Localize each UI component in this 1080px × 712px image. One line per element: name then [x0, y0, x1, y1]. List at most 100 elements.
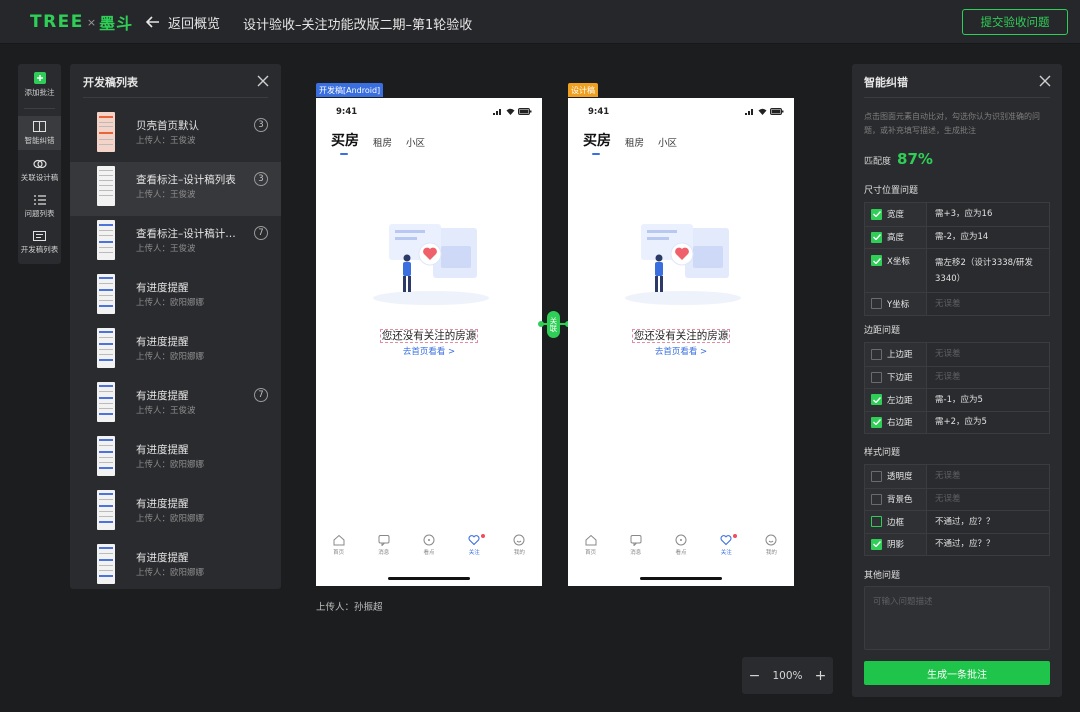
list-item-title: 查看标注–设计稿列表 — [136, 174, 236, 186]
checkbox[interactable] — [871, 255, 882, 266]
home-indicator — [388, 577, 470, 580]
thumbnail — [97, 112, 115, 152]
issue-row: 透明度 无误差 — [865, 465, 1049, 488]
issue-label: 高度 — [887, 233, 905, 244]
logo-separator: × — [86, 15, 97, 29]
tab-rent[interactable]: 租房 — [625, 135, 644, 149]
tabbar-message[interactable]: 消息 — [361, 534, 406, 564]
list-item[interactable]: 有进度提醒 上传人：欧阳娜娜 — [70, 486, 281, 540]
panel-divider — [83, 97, 268, 98]
checkbox[interactable] — [871, 416, 882, 428]
list-item-uploader: 上传人：欧阳娜娜 — [136, 298, 205, 308]
issue-label-cell: 透明度 — [865, 465, 927, 488]
checkbox[interactable] — [871, 208, 882, 220]
issue-label: 下边距 — [887, 373, 913, 384]
link-badge[interactable]: 关联 — [547, 311, 560, 338]
document-list-icon — [33, 231, 46, 241]
issue-row: 高度 需-2，应为14 — [865, 225, 1049, 248]
checkbox[interactable] — [871, 538, 882, 550]
tab-community[interactable]: 小区 — [658, 135, 677, 149]
issue-label: 边框 — [887, 517, 905, 528]
rail-add-comment[interactable]: 添加批注 — [18, 68, 61, 102]
tab-buy-house[interactable]: 买房 — [583, 130, 611, 155]
issue-label: 上边距 — [887, 350, 913, 361]
tabbar-mine[interactable]: 我的 — [497, 534, 542, 564]
issue-row: 右边距 需+2，应为5 — [865, 410, 1049, 433]
go-home-link[interactable]: 去首页看看 > — [568, 345, 794, 357]
tabbar-home[interactable]: 首页 — [568, 534, 613, 564]
checkbox[interactable] — [871, 493, 882, 505]
tabbar-home-label: 首页 — [585, 550, 597, 556]
checkbox[interactable] — [871, 231, 882, 243]
issue-label-cell: 高度 — [865, 226, 927, 248]
tabbar-follow[interactable]: 关注 — [452, 534, 497, 564]
design-draft-phone[interactable]: 9:41 买房 租房 小区 您还没有关注的房源 去首页看看 > 首页 消息 看点… — [568, 98, 794, 586]
close-icon[interactable] — [1039, 75, 1051, 87]
dev-draft-phone[interactable]: 9:41 买房 租房 小区 您还没有关注的房源 去首页看看 > 首页 消息 看点… — [316, 98, 542, 586]
house-tabs: 买房 租房 小区 — [331, 130, 425, 155]
go-home-link[interactable]: 去首页看看 > — [316, 345, 542, 357]
zoom-control: − 100% + — [742, 657, 833, 694]
other-issue-input[interactable] — [864, 586, 1050, 650]
rail-link-design[interactable]: 关联设计稿 — [18, 154, 61, 188]
tabbar-follow[interactable]: 关注 — [704, 534, 749, 564]
list-item[interactable]: 有进度提醒 上传人：王俊波 7 — [70, 378, 281, 432]
back-button[interactable]: 返回概览 — [145, 13, 221, 32]
rail-issue-list[interactable]: 问题列表 — [18, 190, 61, 224]
generate-comment-button[interactable]: 生成一条批注 — [864, 661, 1050, 685]
rail-smart-correct[interactable]: 智能纠错 — [18, 116, 61, 150]
back-label: 返回概览 — [168, 17, 221, 32]
checkbox[interactable] — [871, 516, 882, 528]
notification-dot — [732, 534, 737, 538]
rail-add-comment-label: 添加批注 — [24, 88, 55, 97]
list-item-title: 有进度提醒 — [136, 336, 189, 348]
add-comment-icon — [33, 72, 46, 84]
issue-row: Y坐标 无误差 — [865, 292, 1049, 315]
list-item[interactable]: 有进度提醒 上传人：欧阳娜娜 — [70, 324, 281, 378]
issue-row: X坐标 需左移2（设计3338/研发3340） — [865, 248, 1049, 292]
signal-icon — [745, 109, 753, 115]
rail-issue-list-label: 问题列表 — [24, 209, 55, 218]
home-indicator — [640, 577, 722, 580]
zoom-in-button[interactable]: + — [813, 668, 827, 684]
rail-dev-list-label: 开发稿列表 — [20, 245, 59, 254]
issue-label: 左边距 — [887, 395, 913, 406]
tabbar-message[interactable]: 消息 — [613, 534, 658, 564]
compass-icon — [423, 534, 435, 546]
issue-label-cell: X坐标 — [865, 249, 927, 292]
checkbox[interactable] — [871, 371, 882, 383]
heart-icon — [720, 535, 732, 546]
checkbox[interactable] — [871, 348, 882, 360]
checkbox[interactable] — [871, 394, 882, 406]
tabbar-discover[interactable]: 看点 — [658, 534, 703, 564]
tabbar-home[interactable]: 首页 — [316, 534, 361, 564]
submit-issues-button[interactable]: 提交验收问题 — [962, 9, 1068, 35]
tab-buy-house[interactable]: 买房 — [331, 130, 359, 155]
match-label: 匹配度 — [864, 157, 892, 167]
rail-divider — [24, 108, 55, 109]
zoom-out-button[interactable]: − — [747, 668, 761, 684]
issue-label: 阴影 — [887, 540, 905, 551]
tabbar-discover[interactable]: 看点 — [406, 534, 451, 564]
close-icon[interactable] — [257, 75, 269, 87]
tab-community[interactable]: 小区 — [406, 135, 425, 149]
list-item[interactable]: 有进度提醒 上传人：欧阳娜娜 — [70, 432, 281, 486]
tabbar-mine[interactable]: 我的 — [749, 534, 794, 564]
list-item[interactable]: 有进度提醒 上传人：欧阳娜娜 — [70, 540, 281, 594]
checkbox[interactable] — [871, 298, 882, 310]
list-item[interactable]: 查看标注–设计稿列表 上传人：王俊波 3 — [70, 162, 281, 216]
checkbox[interactable] — [871, 470, 882, 482]
comment-count-badge: 7 — [254, 388, 268, 402]
style-issue-table: 透明度 无误差 背景色 无误差 边框 不通过，应？？ 阴影 不通过，应？？ — [864, 464, 1050, 556]
list-item[interactable]: 有进度提醒 上传人：欧阳娜娜 — [70, 270, 281, 324]
size-section-title: 尺寸位置问题 — [864, 186, 919, 196]
page-title: 设计验收–关注功能改版二期–第1轮验收 — [243, 18, 473, 33]
tab-rent[interactable]: 租房 — [373, 135, 392, 149]
design-draft-tag: 设计稿 — [568, 83, 598, 97]
rail-dev-list[interactable]: 开发稿列表 — [18, 226, 61, 260]
list-item[interactable]: 查看标注–设计稿计… 上传人：王俊波 7 — [70, 216, 281, 270]
thumbnail — [97, 220, 115, 260]
list-item[interactable]: 贝壳首页默认 上传人：王俊波 3 — [70, 108, 281, 162]
issue-value: 需左移2（设计3338/研发3340） — [935, 257, 1033, 284]
tool-rail: 添加批注 智能纠错 关联设计稿 问题列表 开发稿列表 — [18, 64, 61, 264]
